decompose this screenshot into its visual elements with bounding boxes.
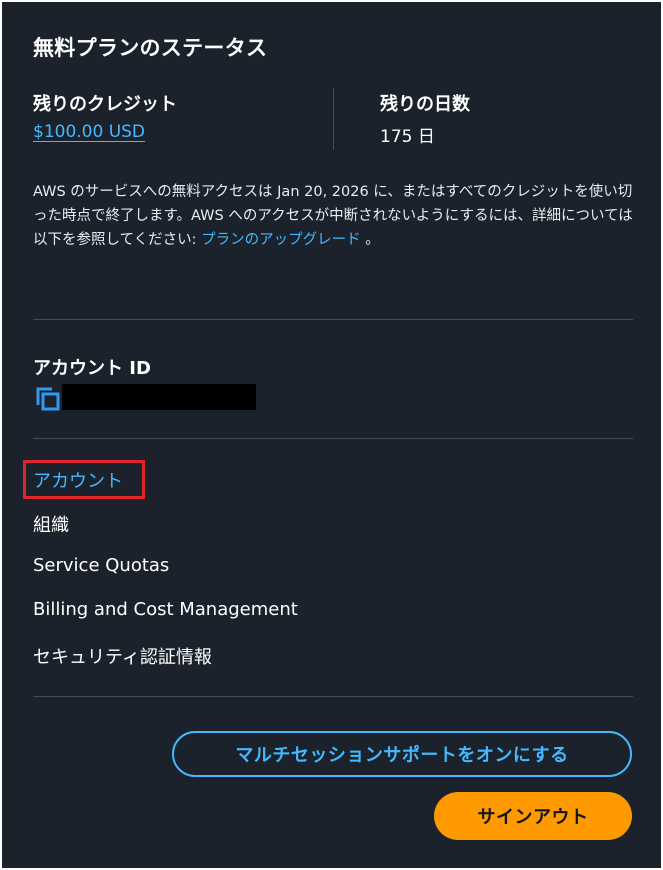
account-id-label: アカウント ID <box>33 358 151 379</box>
description-suffix: 。 <box>360 232 380 248</box>
divider <box>33 319 633 320</box>
vertical-divider <box>333 88 334 150</box>
remaining-credit-label: 残りのクレジット <box>33 94 177 115</box>
divider <box>33 696 633 697</box>
menu-item-service-quotas[interactable]: Service Quotas <box>33 555 169 576</box>
sign-out-label: サインアウト <box>477 807 589 828</box>
menu-item-billing[interactable]: Billing and Cost Management <box>33 599 298 620</box>
divider <box>33 438 633 439</box>
free-access-description: AWS のサービスへの無料アクセスは Jan 20, 2026 に、またはすべて… <box>33 180 633 252</box>
menu-item-security-credentials[interactable]: セキュリティ認証情報 <box>33 643 212 669</box>
remaining-credit-link[interactable]: $100.00 USD <box>33 122 145 142</box>
remaining-days-label: 残りの日数 <box>380 94 470 115</box>
redacted-account-id <box>62 384 256 410</box>
panel-title: 無料プランのステータス <box>33 36 268 60</box>
menu-item-organizations[interactable]: 組織 <box>33 511 69 537</box>
copy-icon[interactable] <box>35 385 61 413</box>
remaining-days-value: 175 日 <box>380 127 435 147</box>
highlight-box <box>23 460 145 499</box>
sign-out-button[interactable]: サインアウト <box>434 792 632 840</box>
enable-multi-session-button[interactable]: マルチセッションサポートをオンにする <box>172 731 632 777</box>
upgrade-plan-link[interactable]: プランのアップグレード <box>201 232 361 248</box>
free-plan-status-panel: 無料プランのステータス 残りのクレジット $100.00 USD 残りの日数 1… <box>2 2 661 868</box>
enable-multi-session-label: マルチセッションサポートをオンにする <box>235 745 569 766</box>
